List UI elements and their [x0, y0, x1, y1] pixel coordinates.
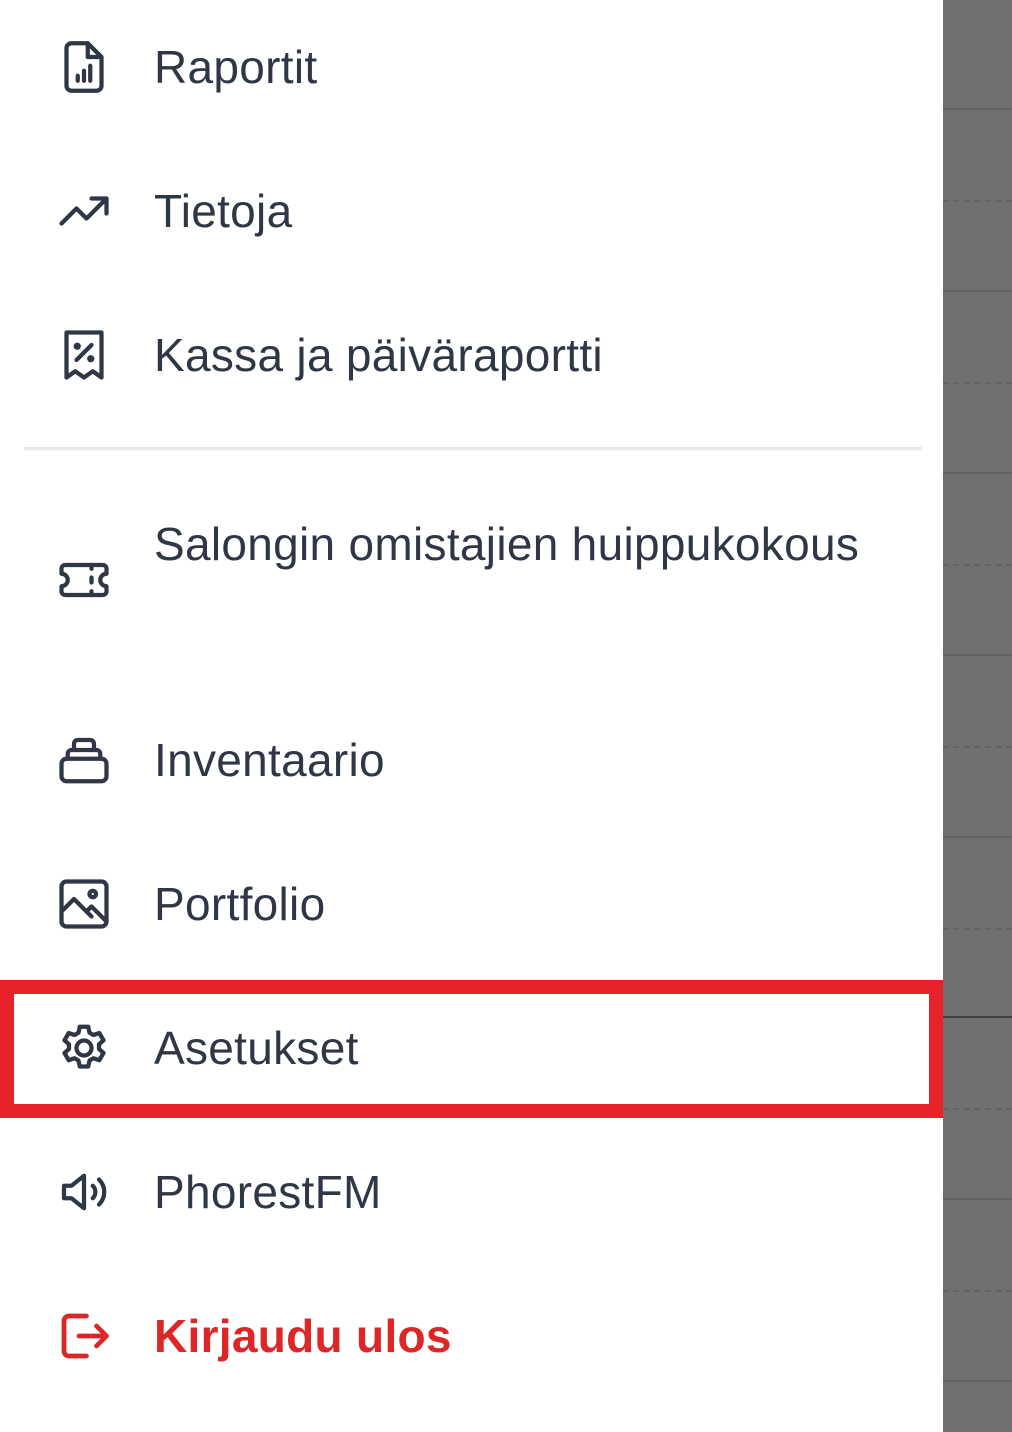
menu-item-portfolio[interactable]: Portfolio	[0, 868, 943, 940]
speaker-icon	[54, 1162, 114, 1222]
menu-item-reports[interactable]: Raportit	[0, 31, 943, 103]
background-overlay[interactable]	[943, 0, 1012, 1432]
menu-item-label: Kassa ja päiväraportti	[154, 329, 603, 381]
logout-icon	[54, 1306, 114, 1366]
menu-item-phorestfm[interactable]: PhorestFM	[0, 1156, 943, 1228]
menu-item-label: Raportit	[154, 41, 318, 93]
receipt-percent-icon	[54, 325, 114, 385]
stack-icon	[54, 730, 114, 790]
menu-item-label: Salongin omistajien huippukokous	[154, 518, 860, 570]
menu-item-label: Kirjaudu ulos	[154, 1310, 452, 1362]
ticket-icon	[54, 550, 114, 610]
menu-item-logout[interactable]: Kirjaudu ulos	[0, 1300, 943, 1372]
menu-item-label: Inventaario	[154, 734, 385, 786]
menu-item-label: PhorestFM	[154, 1166, 382, 1218]
image-icon	[54, 874, 114, 934]
menu-divider	[24, 447, 922, 450]
menu-item-summit[interactable]: Salongin omistajien huippukokous	[0, 508, 943, 652]
menu-item-label: Tietoja	[154, 185, 293, 237]
report-icon	[54, 37, 114, 97]
menu-item-label: Asetukset	[154, 1022, 359, 1074]
side-drawer-menu: Raportit Tietoja Kassa ja päiväraportti	[0, 0, 943, 1432]
menu-item-settings[interactable]: Asetukset	[0, 1012, 943, 1084]
menu-item-label: Portfolio	[154, 878, 326, 930]
menu-item-cash-register[interactable]: Kassa ja päiväraportti	[0, 319, 943, 391]
trending-up-icon	[54, 181, 114, 241]
gear-icon	[54, 1018, 114, 1078]
menu-item-insights[interactable]: Tietoja	[0, 175, 943, 247]
menu-item-inventory[interactable]: Inventaario	[0, 724, 943, 796]
